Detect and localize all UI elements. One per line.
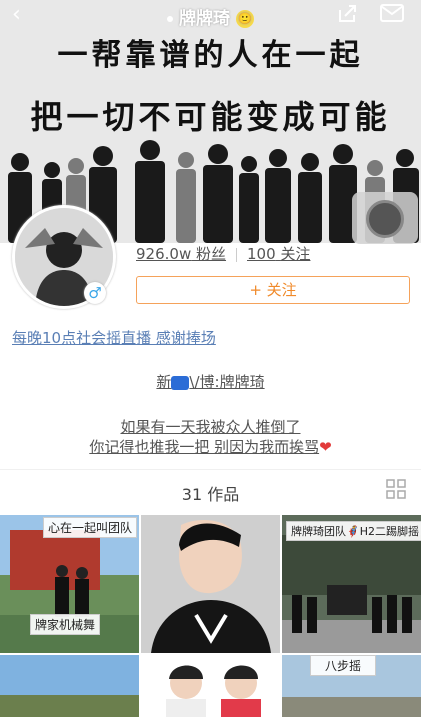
weibo-suffix: \/博:牌牌琦: [189, 373, 265, 391]
work-tile-6[interactable]: 八步摇: [282, 655, 421, 717]
fans-count[interactable]: 926.0w 粉丝: [136, 245, 226, 263]
work-tile-1[interactable]: 心在一起叫团队 牌家机械舞: [0, 515, 139, 653]
stats-divider: [236, 247, 238, 262]
work-tile-4[interactable]: [0, 655, 139, 717]
section-divider: [0, 469, 421, 470]
work-tag-top: 牌牌琦团队🦸H2二踢脚摇: [286, 521, 421, 541]
floating-live-button[interactable]: [352, 192, 418, 244]
works-count: 31 作品: [181, 485, 240, 504]
work-tile-5[interactable]: [141, 655, 280, 717]
work-tile-3[interactable]: 牌牌琦团队🦸H2二踢脚摇: [282, 515, 421, 653]
smile-emoji-icon: 🙂: [236, 10, 254, 28]
work-tag-bottom: 牌家机械舞: [30, 614, 101, 635]
top-bar: ‹ 牌牌琦 🙂: [0, 0, 421, 30]
grid-view-icon[interactable]: [386, 479, 406, 499]
banner-text-line2: 把一切不可能变成可能: [30, 98, 391, 136]
follow-button[interactable]: + 关注: [136, 276, 410, 304]
follows-label: 关注: [280, 245, 311, 263]
weibo-line: 新 \/博:牌牌琦: [0, 371, 421, 392]
share-icon[interactable]: [337, 2, 359, 24]
fans-label: 粉丝: [196, 245, 227, 263]
work-thumbnail: [0, 655, 139, 717]
message-icon[interactable]: [380, 4, 404, 22]
quote-line-1: 如果有一天我被众人推倒了: [0, 416, 421, 437]
work-tag-top: 八步摇: [310, 655, 377, 676]
work-thumbnail: [141, 515, 280, 653]
weibo-link[interactable]: 新 \/博:牌牌琦: [156, 373, 264, 391]
works-grid: 心在一起叫团队 牌家机械舞 牌牌琦团队🦸H2二踢脚摇 八步摇: [0, 515, 421, 717]
username-title: 牌牌琦: [179, 9, 230, 29]
live-icon: [366, 200, 404, 238]
work-thumbnail: [141, 655, 280, 717]
follows-count[interactable]: 100 关注: [247, 245, 310, 263]
quote-text-2: 你记得也推我一把 别因为我而挨骂: [89, 438, 320, 456]
quote-text-1: 如果有一天我被众人推倒了: [120, 418, 301, 436]
wave-emoji-icon: [171, 375, 190, 390]
heart-emoji-icon: ❤: [319, 438, 332, 456]
bio-live-notice[interactable]: 每晚10点社会摇直播 感谢捧场: [12, 327, 216, 348]
follows-value: 100: [247, 245, 276, 263]
profile-stats: 926.0w 粉丝 100 关注: [136, 243, 310, 264]
banner-text-line1: 一帮靠谱的人在一起: [57, 38, 364, 73]
quote-line-2: 你记得也推我一把 别因为我而挨骂❤: [0, 436, 421, 457]
work-tile-2[interactable]: [141, 515, 280, 653]
work-tag-top: 心在一起叫团队: [42, 517, 137, 538]
male-gender-icon: ♂: [84, 282, 106, 304]
online-dot-icon: [167, 16, 173, 22]
fans-value: 926.0w: [136, 245, 192, 263]
weibo-prefix: 新: [156, 373, 172, 391]
